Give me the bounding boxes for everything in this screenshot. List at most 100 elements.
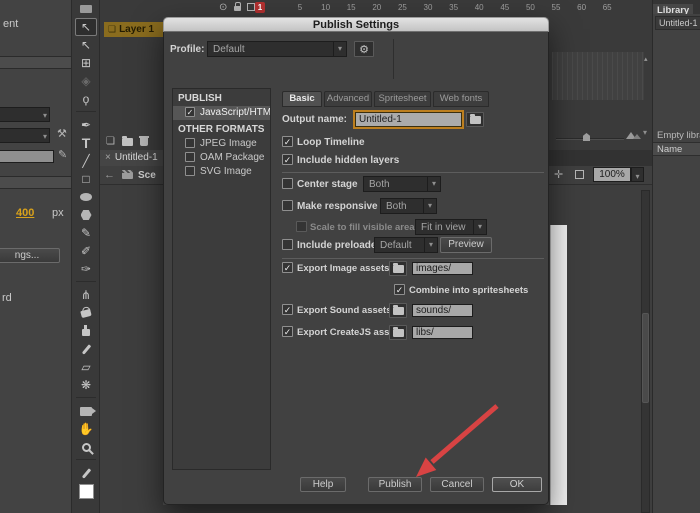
publish-button[interactable]: Publish (368, 477, 422, 492)
rectangle-tool[interactable]: □ (75, 170, 97, 188)
output-name-input[interactable]: Untitled-1 (355, 112, 462, 127)
back-arrow-icon[interactable]: ← (104, 169, 115, 181)
tab-spritesheet[interactable]: Spritesheet (374, 91, 431, 107)
new-folder-icon[interactable] (122, 138, 133, 146)
format-checkbox[interactable] (185, 138, 195, 148)
cancel-button[interactable]: Cancel (430, 477, 484, 492)
bone-tool[interactable]: ⋔ (75, 286, 97, 304)
divider (393, 39, 394, 79)
stage-scrollbar-thumb[interactable] (642, 313, 649, 403)
selection-tool[interactable]: ↖ (75, 18, 97, 36)
stage-zoom-dropdown[interactable]: ▾ (631, 167, 644, 182)
text-tool[interactable]: T (75, 134, 97, 152)
hand-tool[interactable]: ✋ (75, 420, 97, 438)
help-button[interactable]: Help (300, 477, 346, 492)
properties-dropdown-2[interactable]: ▾ (0, 128, 50, 143)
stage-height-value[interactable]: 400 (16, 207, 34, 219)
format-item-oam-package[interactable]: OAM Package (173, 151, 270, 165)
ink-bottle-tool[interactable] (75, 322, 97, 340)
pencil-tool[interactable]: ✎ (75, 224, 97, 242)
properties-text-field[interactable] (0, 150, 54, 163)
tab-basic[interactable]: Basic (282, 91, 322, 107)
format-checkbox[interactable]: ✓ (185, 107, 195, 117)
export-image-assets-folder-button[interactable] (389, 261, 407, 276)
paint-brush-tool[interactable]: ✑ (75, 260, 97, 278)
combine-into-spritesheets-checkbox[interactable]: ✓ (394, 284, 405, 295)
oval-tool[interactable] (75, 188, 97, 206)
scale-to-fill-dropdown[interactable]: Fit in view ▾ (415, 219, 487, 235)
output-folder-button[interactable] (466, 112, 484, 127)
polystar-tool[interactable] (75, 206, 97, 224)
profile-options-button[interactable]: ⚙ (354, 41, 374, 57)
color-eyedropper[interactable] (75, 464, 97, 482)
frame-number-65: 65 (599, 3, 615, 12)
export-image-assets-checkbox[interactable]: ✓ (282, 262, 293, 273)
scroll-up-icon[interactable]: ▴ (644, 55, 648, 63)
eraser-tool[interactable]: ▱ (75, 358, 97, 376)
stage-zoom-value[interactable]: 100% (593, 167, 631, 182)
camera-tool[interactable] (75, 402, 97, 420)
include-hidden-layers-checkbox[interactable]: ✓ (282, 154, 293, 165)
export-image-assets-path-field[interactable]: images/ (412, 262, 473, 275)
preloader-dropdown[interactable]: Default ▾ (374, 237, 438, 253)
lock-icon[interactable] (234, 6, 241, 11)
document-tab[interactable]: ×Untitled-1 (100, 150, 172, 166)
tab-library[interactable]: Library (653, 4, 693, 14)
export-createjs-assets-checkbox[interactable]: ✓ (282, 326, 293, 337)
close-icon[interactable]: × (105, 152, 111, 163)
wrench-icon[interactable]: ⚒ (57, 127, 67, 140)
timeline-layer-row[interactable]: ❏Layer 1 (104, 22, 163, 37)
export-sound-assets-path-field[interactable]: sounds/ (412, 304, 473, 317)
export-sound-assets-checkbox[interactable]: ✓ (282, 304, 293, 315)
settings-button-partial[interactable]: ngs... (0, 248, 60, 263)
library-document-select[interactable]: Untitled-1 (655, 16, 700, 30)
center-frame-icon[interactable]: ✛ (554, 168, 563, 181)
properties-dropdown-1[interactable]: ▾ (0, 107, 50, 122)
stage-canvas[interactable] (550, 225, 567, 505)
zoom-tool[interactable] (75, 438, 97, 456)
profile-dropdown[interactable]: Default ▾ (207, 41, 347, 57)
timeline-playhead[interactable]: 1 (255, 2, 265, 13)
eyedropper-tool[interactable] (75, 340, 97, 358)
free-transform-tool[interactable]: ⊞ (75, 54, 97, 72)
scale-to-fill-checkbox[interactable] (296, 221, 307, 232)
include-preloader-checkbox[interactable] (282, 239, 293, 250)
brush-tool[interactable]: ✐ (75, 242, 97, 260)
preview-button[interactable]: Preview (440, 237, 492, 253)
paint-bucket-tool[interactable] (75, 304, 97, 322)
delete-layer-icon[interactable] (140, 138, 148, 146)
deco-tool[interactable]: ❋ (75, 376, 97, 394)
format-item-jpeg-image[interactable]: JPEG Image (173, 137, 270, 151)
scroll-down-icon[interactable]: ▾ (643, 128, 647, 137)
format-checkbox[interactable] (185, 152, 195, 162)
subselection-tool[interactable]: ↖ (75, 36, 97, 54)
make-responsive-dropdown[interactable]: Both ▾ (380, 198, 437, 214)
frame-size-slider[interactable] (556, 138, 624, 140)
export-createjs-assets-path-field[interactable]: libs/ (412, 326, 473, 339)
outline-box-icon[interactable] (247, 3, 255, 11)
make-responsive-checkbox[interactable] (282, 200, 293, 211)
line-tool[interactable]: ╱ (75, 152, 97, 170)
pen-tool[interactable]: ✒ (75, 116, 97, 134)
format-item-svg-image[interactable]: SVG Image (173, 165, 270, 179)
gradient-transform-tool[interactable]: ◈ (75, 72, 97, 90)
new-layer-icon[interactable]: ❏ (106, 136, 115, 147)
fill-color-swatch[interactable] (75, 482, 97, 500)
loop-timeline-checkbox[interactable]: ✓ (282, 136, 293, 147)
eye-icon[interactable]: ⊙ (219, 2, 227, 13)
library-name-column-header[interactable]: Name (653, 142, 700, 156)
ok-button[interactable]: OK (492, 477, 542, 492)
format-checkbox[interactable] (185, 166, 195, 176)
export-createjs-assets-folder-button[interactable] (389, 325, 407, 340)
panel-collapse-widget[interactable] (80, 5, 92, 13)
edit-pencil-icon[interactable]: ✎ (58, 148, 67, 161)
format-item-javascript-html[interactable]: ✓JavaScript/HTML (173, 106, 270, 120)
tab-web-fonts[interactable]: Web fonts (433, 91, 489, 107)
center-stage-checkbox[interactable] (282, 178, 293, 189)
center-stage-dropdown[interactable]: Both ▾ (363, 176, 441, 192)
export-sound-assets-folder-button[interactable] (389, 303, 407, 318)
dialog-title[interactable]: Publish Settings (163, 17, 549, 32)
lasso-tool[interactable]: ϙ (75, 90, 97, 108)
clip-to-stage-icon[interactable] (575, 170, 584, 179)
tab-advanced[interactable]: Advanced (324, 91, 372, 107)
